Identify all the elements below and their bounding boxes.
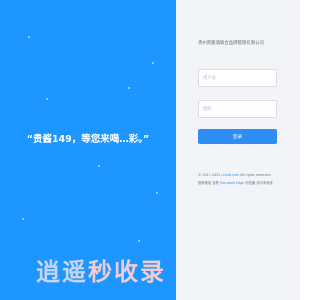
copyright-suffix: All rights reserved. <box>239 173 272 177</box>
sparkle-dot <box>46 98 48 100</box>
sparkle-dot <box>128 87 130 89</box>
copyright-prefix: © 2017-2025 <box>198 173 222 177</box>
browser-suffix: 浏览器 访问本系统 <box>244 181 273 185</box>
login-button[interactable]: 登录 <box>198 129 277 144</box>
copyright-line: © 2017-2025 ccsoft.com All rights reserv… <box>198 173 293 177</box>
edge-browser-link[interactable]: Microsoft Edge <box>220 181 244 185</box>
password-input[interactable] <box>198 100 277 118</box>
browser-recommendation: 推荐使用 谷歌 Microsoft Edge 浏览器 访问本系统 <box>198 180 293 185</box>
brand-slogan: “贵酱149，等您来喝…彩。” <box>26 134 150 145</box>
browser-prefix: 推荐使用 谷歌 <box>198 181 220 185</box>
brand-banner: “贵酱149，等您来喝…彩。” <box>0 0 176 300</box>
sparkle-dot <box>156 192 158 194</box>
sparkle-dot <box>28 36 30 38</box>
login-page: “贵酱149，等您来喝…彩。” 贵州贵酱酒联合品牌管理有限公司 登录 © 201… <box>0 0 300 300</box>
sparkle-dot <box>152 62 154 64</box>
copyright-link[interactable]: ccsoft.com <box>221 173 239 177</box>
sparkle-dot <box>98 165 100 167</box>
sparkle-dot <box>138 240 140 242</box>
company-name: 贵州贵酱酒联合品牌管理有限公司 <box>198 41 264 46</box>
username-input[interactable] <box>198 69 277 87</box>
sparkle-dot <box>22 218 24 220</box>
